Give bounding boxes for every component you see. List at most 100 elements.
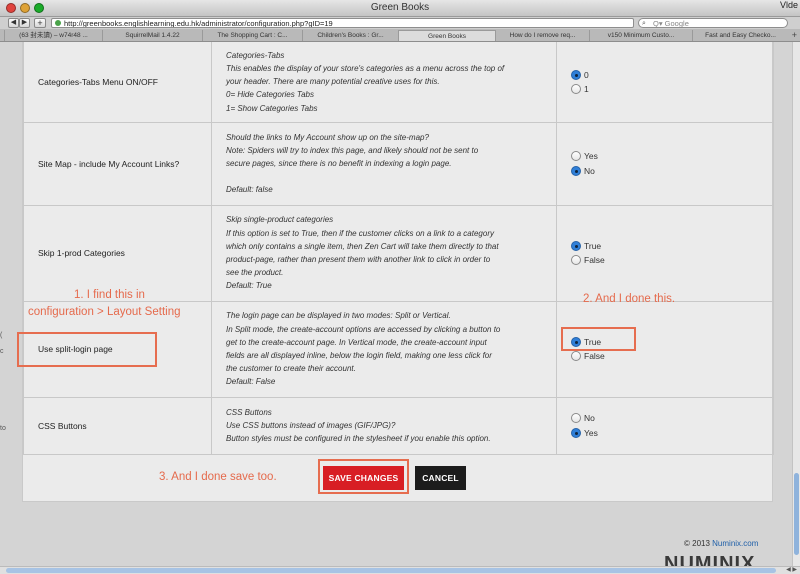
option-label: 0 — [584, 69, 589, 80]
tab-green-books[interactable]: Green Books — [398, 30, 495, 41]
description-spacer — [226, 170, 542, 183]
numinix-logo: NUMINIX — [664, 553, 756, 566]
tab-childrens-books[interactable]: Children's Books : Gr... — [302, 30, 398, 41]
tab-squirrelmail[interactable]: SquirrelMail 1.4.22 — [102, 30, 202, 41]
annotation-highlight-option — [561, 327, 636, 351]
add-bookmark-button[interactable]: + — [34, 18, 46, 28]
config-row-skip-1-prod: Skip 1-prod Categories Skip single-produ… — [23, 204, 774, 302]
window-title: Green Books — [370, 2, 430, 13]
search-icon: ⌕ — [642, 20, 646, 27]
config-row-categories-tabs: Categories-Tabs Menu ON/OFF Categories-T… — [23, 42, 774, 123]
radio-selected-icon[interactable] — [571, 69, 581, 80]
radio-icon[interactable] — [571, 151, 581, 162]
radio-icon[interactable] — [571, 255, 581, 266]
annotation-note-3: 3. And I done save too. — [159, 471, 277, 483]
description-line: Categories-Tabs — [226, 50, 285, 60]
config-name: Skip 1-prod Categories — [23, 204, 212, 302]
description-line: get to the create-account page. In Verti… — [226, 337, 487, 347]
description-line: see the product. — [226, 268, 284, 278]
new-tab-button[interactable]: + — [792, 30, 797, 40]
address-bar[interactable]: http://greenbooks.englishlearning.edu.hk… — [51, 18, 634, 28]
config-description: Categories-Tabs This enables the display… — [211, 42, 557, 123]
config-name: Site Map - include My Account Links? — [23, 121, 212, 206]
radio-icon[interactable] — [571, 351, 581, 362]
option-label: False — [584, 255, 605, 266]
configuration-table: Categories-Tabs Menu ON/OFF Categories-T… — [23, 42, 774, 455]
config-options: Yes No — [556, 121, 774, 206]
config-description: CSS Buttons Use CSS buttons instead of i… — [211, 396, 557, 455]
annotation-note-1-line-2: configuration > Layout Setting — [28, 306, 181, 318]
vertical-scrollbar[interactable] — [792, 42, 800, 566]
browser-toolbar: ◀ ▶ + http://greenbooks.englishlearning.… — [0, 17, 800, 29]
horizontal-scroll-thumb[interactable] — [6, 568, 776, 573]
tab-strip: (63 封未讀) – w74r48 ... SquirrelMail 1.4.2… — [0, 29, 800, 42]
option-false[interactable]: False — [571, 349, 773, 364]
tab-remove-req[interactable]: How do I remove req... — [495, 30, 589, 41]
annotation-highlight-setting — [17, 332, 157, 367]
option-yes[interactable]: Yes — [571, 149, 773, 164]
option-label: No — [584, 413, 595, 424]
description-line: Button styles must be configured in the … — [226, 434, 491, 444]
radio-icon[interactable] — [571, 84, 581, 94]
tab-minimum-custo[interactable]: v150 Minimum Custo... — [589, 30, 692, 41]
description-line: Use CSS buttons instead of images (GIF/J… — [226, 420, 396, 430]
config-description: The login page can be displayed in two m… — [211, 300, 557, 398]
description-line: Skip single-product categories — [226, 215, 334, 225]
tab-fast-checkout[interactable]: Fast and Easy Checko... — [692, 30, 788, 41]
tab-mail[interactable]: (63 封未讀) – w74r48 ... — [4, 30, 102, 41]
description-line: product-page, rather than present them w… — [226, 255, 491, 264]
footer-copyright: © 2013 Numinix.com — [684, 539, 758, 548]
forward-button[interactable]: ▶ — [19, 18, 30, 28]
option-label: No — [584, 165, 595, 176]
config-description: Skip single-product categories If this o… — [211, 204, 557, 302]
option-no[interactable]: No — [571, 164, 773, 179]
edge-fragment: to — [0, 425, 6, 432]
numinix-link[interactable]: Numinix.com — [712, 539, 758, 548]
option-no[interactable]: No — [571, 411, 773, 426]
option-0[interactable]: 0 — [571, 67, 773, 82]
scroll-arrows-icon[interactable]: ◀ ▶ — [786, 566, 797, 573]
horizontal-scrollbar[interactable]: ◀ ▶ — [0, 566, 800, 574]
option-yes[interactable]: Yes — [571, 426, 773, 441]
edge-fragment: c — [0, 348, 4, 355]
description-line: fields are all displayed inline, below t… — [226, 351, 492, 360]
description-line: Should the links to My Account show up o… — [226, 132, 429, 142]
cancel-button[interactable]: CANCEL — [415, 466, 466, 490]
radio-icon[interactable] — [571, 413, 581, 424]
option-false[interactable]: False — [571, 253, 773, 268]
description-line: your header. There are many potential cr… — [226, 77, 440, 87]
configuration-panel: Categories-Tabs Menu ON/OFF Categories-T… — [22, 42, 774, 502]
description-line: 0= Hide Categories Tabs — [226, 90, 314, 100]
config-row-css-buttons: CSS Buttons CSS Buttons Use CSS buttons … — [23, 396, 774, 455]
vertical-scroll-thumb[interactable] — [794, 473, 799, 555]
config-row-site-map: Site Map - include My Account Links? Sho… — [23, 121, 774, 206]
search-field[interactable]: ⌕ Q▾ Google — [638, 18, 788, 28]
search-placeholder: Q▾ Google — [653, 19, 689, 28]
radio-selected-icon[interactable] — [571, 427, 581, 438]
description-line: Note: Spiders will try to index this pag… — [226, 145, 479, 155]
option-label: Yes — [584, 427, 598, 438]
config-name: Categories-Tabs Menu ON/OFF — [23, 42, 212, 123]
description-line: The login page can be displayed in two m… — [226, 311, 451, 321]
description-line: Default: True — [226, 281, 272, 291]
config-options: No Yes — [556, 396, 774, 455]
edge-fragment: ( — [0, 332, 3, 339]
option-label: Yes — [584, 151, 598, 162]
site-favicon-icon — [55, 20, 61, 26]
back-button[interactable]: ◀ — [8, 18, 19, 28]
description-line: the customer to create their account. — [226, 364, 356, 374]
option-true[interactable]: True — [571, 239, 773, 254]
config-name: CSS Buttons — [23, 396, 212, 455]
tab-shopping-cart[interactable]: The Shopping Cart : C... — [202, 30, 302, 41]
description-line: Default: false — [226, 185, 273, 195]
description-line: If this option is set to True, then if t… — [226, 228, 494, 238]
option-1[interactable]: 1 — [571, 82, 773, 97]
radio-selected-icon[interactable] — [571, 240, 581, 251]
option-label: False — [584, 351, 605, 362]
address-text: http://greenbooks.englishlearning.edu.hk… — [64, 19, 333, 28]
window-titlebar: Green Books Vlde — [0, 0, 800, 17]
description-line: which only contains a single item, then … — [226, 241, 499, 251]
description-line: In Split mode, the create-account option… — [226, 324, 501, 334]
radio-selected-icon[interactable] — [571, 165, 581, 176]
option-label: 1 — [584, 84, 589, 94]
